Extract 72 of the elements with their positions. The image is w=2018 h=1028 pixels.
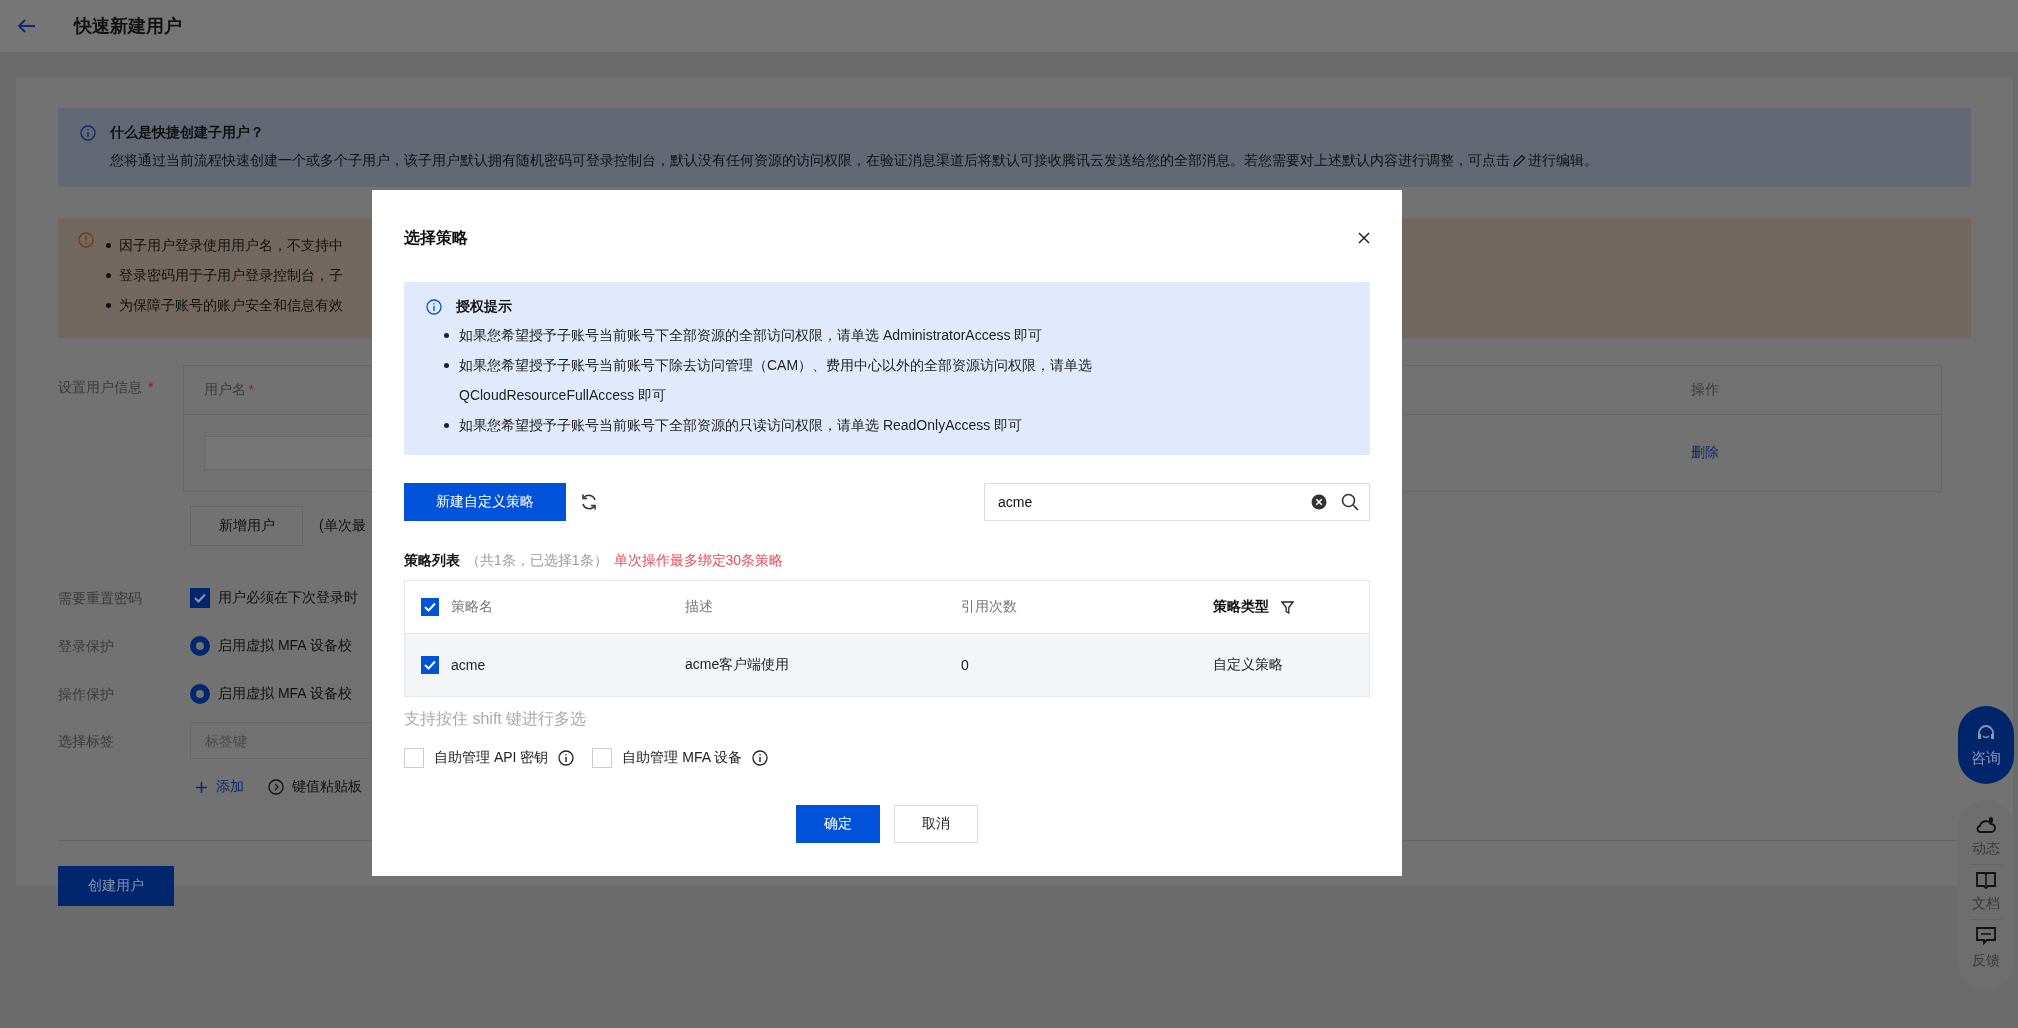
chevron-circle-icon xyxy=(268,779,284,795)
add-user-note: (单次最 xyxy=(319,517,366,535)
row-checkbox[interactable] xyxy=(421,656,439,674)
bullet-icon xyxy=(106,272,111,278)
radio-label: 启用虚拟 MFA 设备校 xyxy=(218,637,352,655)
warning-icon xyxy=(78,232,94,248)
column-header: 策略类型 xyxy=(1213,598,1269,616)
tip-item: 如果您希望授予子账号当前账号下全部资源的全部访问权限，请单选 AdministratorAccess 即可 xyxy=(459,326,1043,345)
add-link[interactable]: 添加 xyxy=(195,778,244,796)
checkbox-label: 自助管理 MFA 设备 xyxy=(622,749,743,767)
checkbox[interactable] xyxy=(190,588,210,608)
radio-button[interactable] xyxy=(190,684,210,704)
refresh-icon[interactable] xyxy=(580,493,598,511)
close-icon[interactable] xyxy=(1358,232,1370,244)
dialog-title: 选择策略 xyxy=(404,227,468,248)
new-policy-button[interactable]: 新建自定义策略 xyxy=(404,483,566,521)
info-banner-title: 什么是快捷创建子用户？ xyxy=(110,124,264,142)
cancel-button[interactable]: 取消 xyxy=(894,805,978,843)
plus-icon xyxy=(195,780,208,794)
checkbox-label: 自助管理 API 密钥 xyxy=(434,749,549,767)
info-icon[interactable] xyxy=(558,750,575,766)
policy-limit-note: 单次操作最多绑定30条策略 xyxy=(613,551,784,570)
page-title: 快速新建用户 xyxy=(74,15,182,38)
bullet-icon xyxy=(444,423,449,428)
delete-link[interactable]: 删除 xyxy=(1691,444,1941,462)
tip-title: 授权提示 xyxy=(456,298,512,316)
paste-board-link[interactable]: 键值粘贴板 xyxy=(268,778,362,796)
clear-icon[interactable] xyxy=(1311,494,1327,510)
info-banner-text: 您将通过当前流程快速创建一个或多个子用户，该子用户默认拥有随机密码可登录控制台，默认没有任何资源的访问权限，在验证消息渠道后将默认可接收腾讯云发送给您的全部消息。若您需要对上述默认内容进行调整，可点击 xyxy=(110,152,1510,170)
tip-item: 如果您希望授予子账号当前账号下全部资源的只读访问权限，请单选 ReadOnlyAccess 即可 xyxy=(459,416,1023,435)
checkbox-label: 用户必须在下次登录时 xyxy=(218,589,358,607)
table-cell: 0 xyxy=(961,657,969,673)
check-icon xyxy=(194,593,206,603)
select-all-checkbox[interactable] xyxy=(421,598,439,616)
radio-label: 启用虚拟 MFA 设备校 xyxy=(218,685,352,703)
policy-row[interactable]: acme acme客户端使用 0 自定义策略 xyxy=(405,634,1369,696)
bullet-icon xyxy=(444,333,449,338)
info-icon xyxy=(426,299,442,315)
warning-item: 为保障子账号的账户安全和信息有效 xyxy=(119,296,343,315)
table-cell: acme xyxy=(451,657,486,673)
warning-item: 因子用户登录使用用户名，不支持中 xyxy=(119,236,343,255)
multi-select-hint: 支持按住 shift 键进行多选 xyxy=(404,709,588,729)
warning-item: 登录密码用于子用户登录控制台，子 xyxy=(119,266,343,285)
column-header: 描述 xyxy=(685,598,713,616)
search-icon[interactable] xyxy=(1341,493,1359,511)
back-arrow-icon[interactable] xyxy=(18,19,36,33)
radio-button[interactable] xyxy=(190,636,210,656)
bullet-icon xyxy=(444,363,449,368)
info-banner-text-end: 进行编辑。 xyxy=(1528,152,1598,170)
filter-icon[interactable] xyxy=(1281,600,1294,614)
info-icon[interactable] xyxy=(752,750,769,766)
table-cell: acme客户端使用 xyxy=(685,656,790,674)
create-user-button[interactable]: 创建用户 xyxy=(58,866,174,906)
bullet-icon xyxy=(106,242,111,248)
chat-icon xyxy=(1975,926,1997,946)
table-cell: 自定义策略 xyxy=(1213,656,1283,674)
add-user-button[interactable]: 新增用户 xyxy=(190,506,303,546)
cloud-icon xyxy=(1975,816,1997,834)
confirm-button[interactable]: 确定 xyxy=(796,805,880,843)
book-icon xyxy=(1975,871,1997,889)
required-mark: * xyxy=(148,379,154,395)
tip-item: 如果您希望授予子账号当前账号下除去访问管理（CAM）、费用中心以外的全部资源访问权限，请单选 QCloudResourceFullAccess 即可 xyxy=(459,356,1093,405)
search-field[interactable]: acme xyxy=(984,483,1370,521)
bullet-icon xyxy=(106,302,111,308)
policy-list-title: 策略列表 xyxy=(404,551,460,570)
column-header: 引用次数 xyxy=(961,598,1017,616)
column-header: 策略名 xyxy=(451,598,493,616)
username-field[interactable] xyxy=(204,436,374,470)
policy-count: （共1条，已选择1条） xyxy=(466,551,608,570)
info-icon xyxy=(80,125,96,141)
pencil-icon[interactable] xyxy=(1512,154,1526,168)
required-mark: * xyxy=(249,383,254,397)
